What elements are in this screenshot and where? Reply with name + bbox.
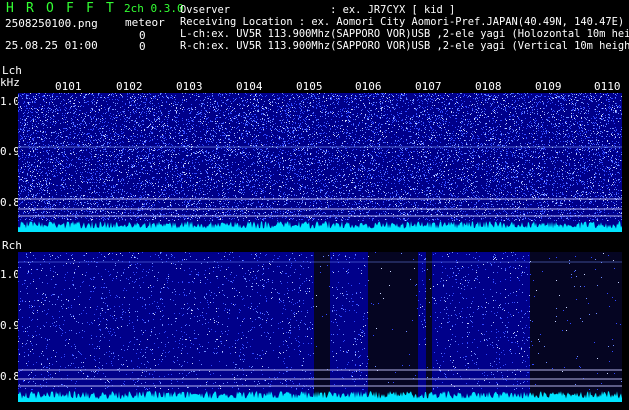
filename-label: 2508250100.png	[5, 18, 98, 29]
observer-info: Ovserver : ex. JR7CYX [ kid ]	[180, 5, 455, 16]
time-tick: 0103	[176, 80, 203, 93]
lch-spectrogram[interactable]	[18, 93, 622, 232]
time-tick: 0108	[475, 80, 502, 93]
title-letter: F	[66, 2, 74, 15]
rch-waterfall	[18, 252, 622, 402]
freq-label: 1.0	[0, 95, 20, 108]
rch-info: R-ch:ex. UV5R 113.900Mhz(SAPPORO VOR)USB…	[180, 41, 629, 52]
lch-info: L-ch:ex. UV5R 113.900Mhz(SAPPORO VOR)USB…	[180, 29, 629, 40]
time-tick: 0105	[296, 80, 323, 93]
freq-label: 0.8	[0, 196, 20, 209]
title-letter: H	[6, 2, 14, 15]
title-letter: R	[26, 2, 34, 15]
freq-label: 0.8	[0, 370, 20, 383]
rch-spectrogram[interactable]	[18, 252, 622, 402]
freq-label: 0.9	[0, 145, 20, 158]
version-label: 2ch 0.3.0	[124, 3, 184, 14]
khz-unit-label: kHz	[0, 77, 20, 88]
mode-label: meteor	[125, 17, 165, 28]
time-tick: 0101	[55, 80, 82, 93]
lch-waterfall	[18, 93, 622, 232]
location-info: Receiving Location : ex. Aomori City Aom…	[180, 17, 624, 28]
time-tick: 0102	[116, 80, 143, 93]
freq-label: 1.0	[0, 268, 20, 281]
title-letter: F	[86, 2, 94, 15]
datetime-label: 25.08.25 01:00	[5, 40, 98, 51]
time-tick: 0106	[355, 80, 382, 93]
time-tick: 0110	[594, 80, 621, 93]
time-tick: 0107	[415, 80, 442, 93]
app-title: H R O F F T	[4, 2, 120, 16]
rch-label: Rch	[2, 240, 22, 251]
freq-label: 0.9	[0, 319, 20, 332]
rch-count: 0	[139, 41, 146, 52]
title-letter: O	[46, 2, 54, 15]
time-tick: 0104	[236, 80, 263, 93]
time-tick: 0109	[535, 80, 562, 93]
lch-label: Lch	[2, 65, 22, 76]
title-letter: T	[106, 2, 114, 15]
